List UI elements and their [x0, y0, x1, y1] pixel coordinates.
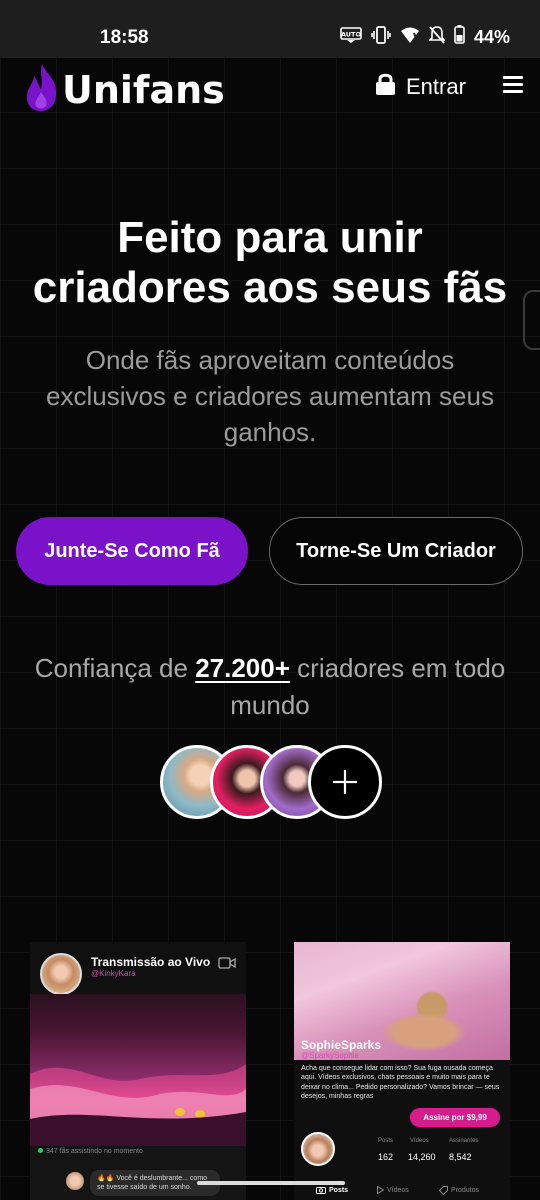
hero-subtitle: Onde fãs aproveitam conteúdos exclusivos…	[46, 345, 494, 447]
live-card-handle: @KinkyKara	[91, 969, 136, 978]
camera-icon	[316, 1187, 326, 1194]
live-status-dot	[38, 1148, 43, 1153]
tab-products[interactable]: Produtos	[439, 1186, 479, 1195]
stat-value-videos: 14,260	[408, 1152, 436, 1162]
stat-label-subscribers: Assinantes	[449, 1138, 479, 1144]
hamburger-menu-icon[interactable]	[503, 76, 523, 93]
login-button[interactable]: Entrar	[375, 72, 466, 101]
stat-value-subscribers: 8,542	[449, 1152, 472, 1162]
tab-videos[interactable]: Vídeos	[377, 1186, 409, 1194]
lock-icon	[375, 72, 396, 101]
creator-name: SophieSparks	[301, 1038, 382, 1052]
flame-icon	[24, 62, 60, 117]
subscribe-button[interactable]: Assine por $9,99	[410, 1108, 500, 1127]
join-as-fan-button[interactable]: Junte-Se Como Fã	[16, 517, 248, 585]
hero-title: Feito para unir criadores aos seus fãs	[0, 213, 540, 313]
stat-label-posts: Posts	[378, 1138, 394, 1144]
live-card-header: Transmissão ao Vivo @KinkyKara	[30, 942, 246, 995]
status-time: 18:58	[100, 27, 149, 48]
svg-text:AUTO: AUTO	[341, 30, 362, 38]
status-bar: 18:58 AUTO 44%	[0, 0, 540, 58]
creator-handle: @SparkySophie	[301, 1051, 359, 1060]
live-stream-preview-card: Transmissão ao Vivo @KinkyKara 347 fãs a…	[30, 942, 246, 1200]
hero-title-line1: Feito para unir	[117, 213, 423, 262]
avatar	[301, 1132, 335, 1166]
tab-posts-label: Posts	[329, 1186, 349, 1194]
no-notifications-icon	[428, 25, 446, 49]
tab-posts[interactable]: Posts	[316, 1186, 348, 1194]
creator-avatars	[160, 745, 385, 821]
add-creator-button[interactable]	[308, 745, 382, 819]
creator-bio: Acha que consegue lidar com isso? Sua fu…	[301, 1065, 500, 1100]
become-creator-button[interactable]: Torne-Se Um Criador	[269, 517, 523, 585]
tab-videos-label: Vídeos	[387, 1186, 409, 1194]
live-card-title: Transmissão ao Vivo	[91, 955, 211, 969]
logo-text: Unifans	[62, 67, 225, 112]
tag-icon	[439, 1186, 448, 1195]
play-icon	[377, 1186, 384, 1194]
creator-profile-preview-card: SophieSparks @SparkySophie Acha que cons…	[294, 942, 510, 1200]
logo[interactable]: Unifans	[24, 62, 225, 117]
stat-label-videos: Vídeos	[410, 1138, 429, 1144]
hero-title-line2: criadores aos seus fãs	[32, 263, 508, 312]
creator-count: 27.200+	[195, 653, 290, 683]
auto-brightness-icon: AUTO	[340, 26, 362, 48]
plus-icon	[333, 770, 357, 794]
home-gesture-bar[interactable]	[197, 1181, 345, 1185]
tab-products-label: Produtos	[451, 1187, 480, 1194]
login-label: Entrar	[406, 73, 466, 99]
live-viewers: 347 fãs assistindo no momento	[38, 1148, 143, 1155]
trust-prefix: Confiança de	[34, 653, 188, 683]
live-viewers-text: 347 fãs assistindo no momento	[46, 1148, 143, 1155]
site-header: Unifans Entrar	[0, 58, 540, 118]
vibrate-icon	[371, 25, 391, 49]
avatar	[40, 953, 82, 995]
live-video-frame[interactable]	[30, 994, 246, 1146]
status-icons: AUTO 44%	[340, 25, 510, 49]
video-camera-icon	[218, 956, 236, 974]
live-video-image	[30, 1064, 246, 1146]
stat-value-posts: 162	[378, 1152, 394, 1162]
trust-text: Confiança de 27.200+ criadores em todo m…	[10, 650, 530, 724]
battery-percentage: 44%	[473, 26, 510, 47]
profile-tabs: Posts Vídeos Produtos	[294, 1184, 510, 1200]
battery-icon	[454, 25, 465, 49]
avatar	[66, 1172, 84, 1190]
wifi-icon	[400, 26, 420, 49]
